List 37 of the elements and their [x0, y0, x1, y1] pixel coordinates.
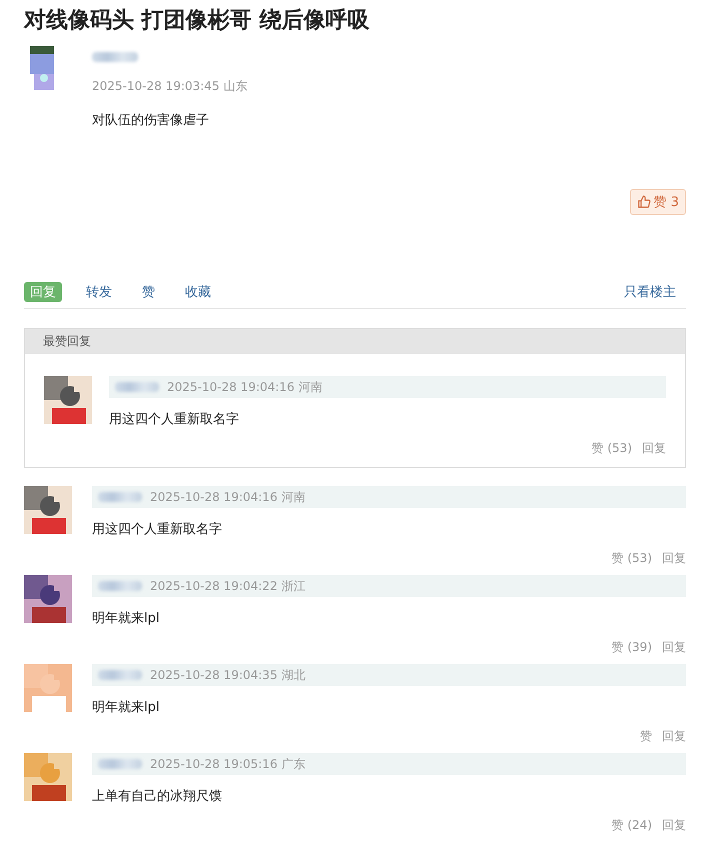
only-op-link[interactable]: 只看楼主	[624, 283, 676, 301]
like-button[interactable]: 赞 3	[630, 189, 686, 215]
action-link[interactable]: 回复	[24, 282, 62, 302]
blurred-username	[98, 670, 142, 680]
reply-link[interactable]: 回复	[662, 817, 686, 834]
blurred-username	[92, 52, 138, 62]
like-link[interactable]: 赞 (39)	[612, 639, 652, 656]
comment-text: 明年就来lpl	[92, 610, 160, 627]
comment-text: 上单有自己的冰翔尺馍	[92, 788, 223, 805]
blurred-username	[98, 492, 142, 502]
like-link[interactable]: 赞 (53)	[612, 550, 652, 567]
reply-link[interactable]: 回复	[662, 728, 686, 745]
like-link[interactable]: 赞 (24)	[612, 817, 652, 834]
action-link[interactable]: 赞	[136, 282, 161, 302]
reply-link[interactable]: 回复	[662, 550, 686, 567]
blurred-username	[115, 382, 159, 392]
like-link[interactable]: 赞 (53)	[592, 440, 632, 457]
blurred-username	[98, 581, 142, 591]
top-reply-heading: 最赞回复	[25, 329, 685, 354]
action-link[interactable]: 收藏	[179, 282, 217, 302]
action-link[interactable]: 转发	[80, 282, 118, 302]
timestamp: 2025-10-28 19:04:16 河南	[167, 378, 322, 396]
timestamp: 2025-10-28 19:03:45 山东	[92, 78, 248, 95]
timestamp: 2025-10-28 19:04:22 浙江	[150, 578, 306, 594]
reply-link[interactable]: 回复	[642, 440, 666, 457]
thumbs-up-icon	[636, 195, 651, 209]
reply-link[interactable]: 回复	[662, 639, 686, 656]
comment-text: 用这四个人重新取名字	[92, 521, 223, 538]
comment-text: 明年就来lpl	[92, 699, 160, 716]
timestamp: 2025-10-28 19:05:16 广东	[150, 756, 306, 772]
like-link[interactable]: 赞	[640, 728, 652, 745]
timestamp: 2025-10-28 19:04:16 河南	[150, 488, 306, 506]
post-text: 对队伍的伤害像虐子	[92, 112, 210, 129]
blurred-username	[98, 759, 142, 769]
comment-text: 用这四个人重新取名字	[109, 411, 240, 428]
timestamp: 2025-10-28 19:04:35 湖北	[150, 666, 306, 684]
post-title: 对线像码头 打团像彬哥 绕后像呼吸	[24, 7, 370, 35]
